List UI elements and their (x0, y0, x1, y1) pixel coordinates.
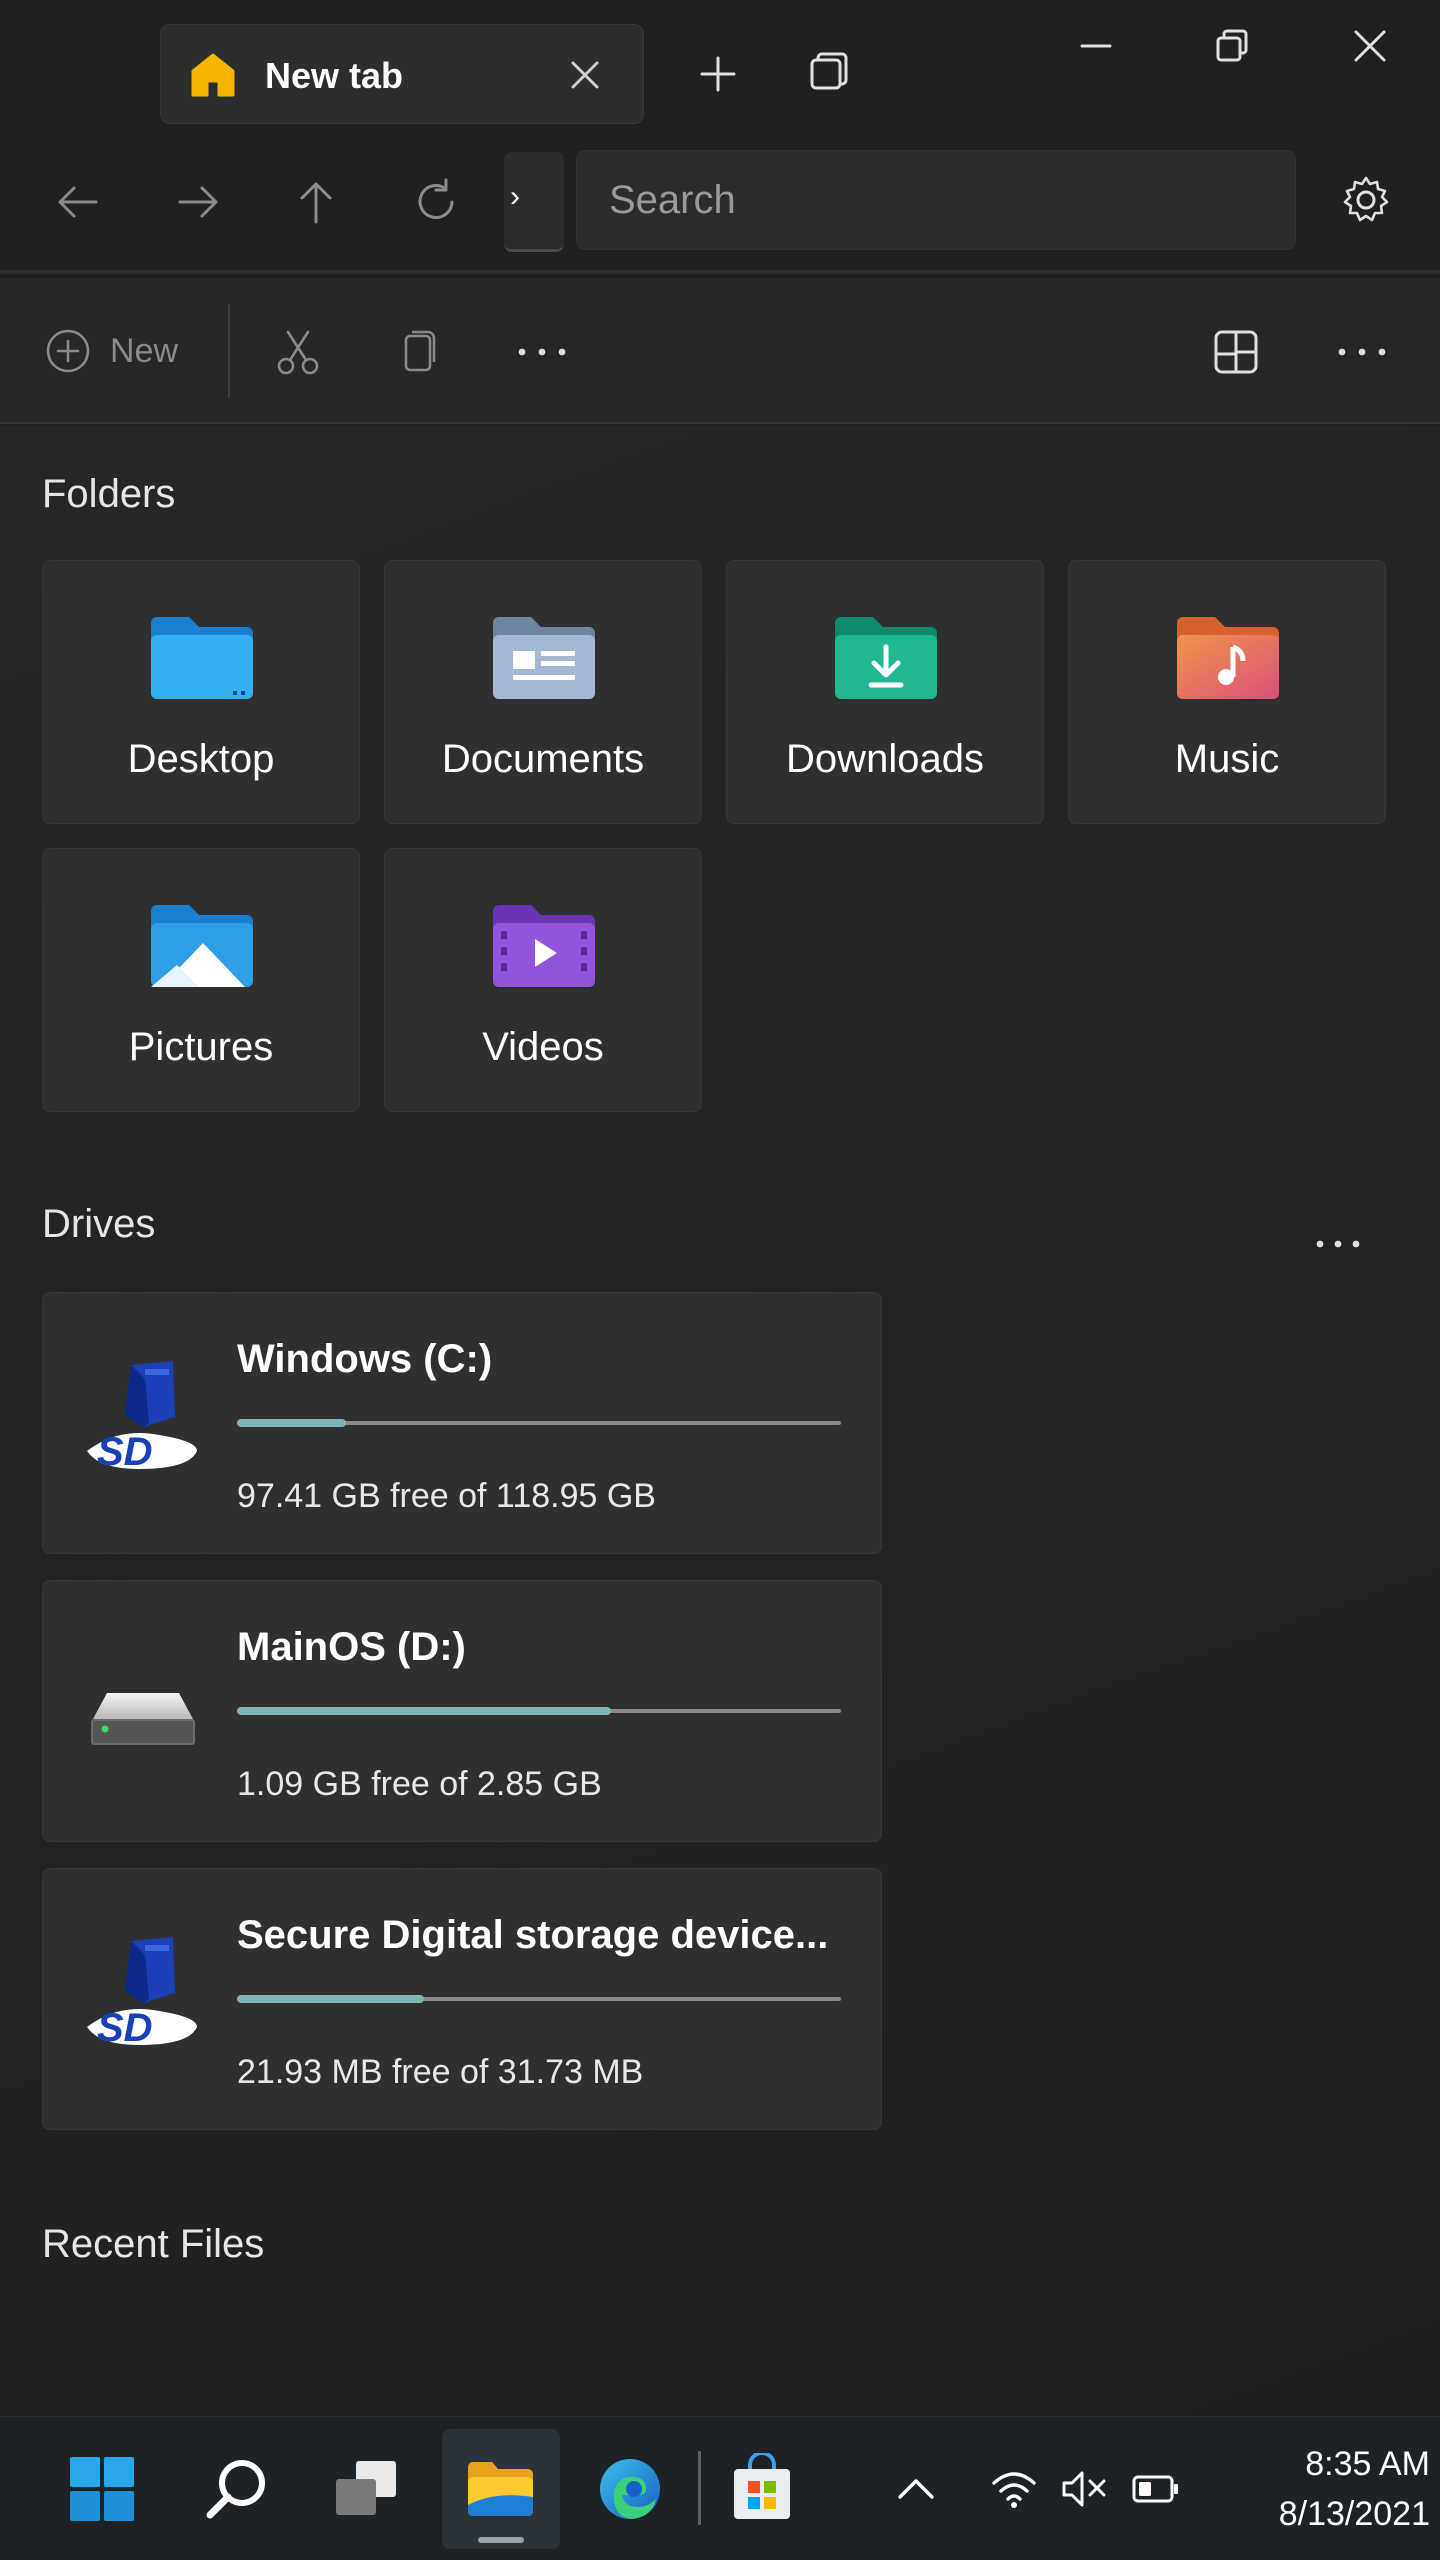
section-title-folders: Folders (42, 472, 176, 516)
close-tab-icon[interactable] (559, 49, 611, 101)
edge-browser-icon[interactable] (594, 2453, 666, 2525)
battery-icon[interactable] (1130, 2463, 1182, 2515)
volume-muted-icon[interactable] (1058, 2463, 1110, 2515)
folder-label: Desktop (127, 737, 275, 781)
drive-card-mainos-d[interactable]: MainOS (D:) 1.09 GB free of 2.85 GB (42, 1580, 882, 1842)
system-clock[interactable]: 8:35 AM 8/13/2021 (1210, 2439, 1430, 2539)
taskbar: 8:35 AM 8/13/2021 (0, 2416, 1440, 2560)
microsoft-store-icon[interactable] (726, 2453, 798, 2525)
drive-usage-fill (237, 1995, 425, 2003)
cut-icon[interactable] (270, 324, 326, 380)
drive-usage-bar (237, 1995, 841, 2003)
forward-arrow-icon[interactable] (168, 172, 228, 232)
clock-date: 8/13/2021 (1278, 2495, 1430, 2533)
folder-card-documents[interactable]: Documents (384, 560, 702, 824)
start-windows-icon[interactable] (66, 2453, 138, 2525)
folder-label: Documents (441, 737, 645, 781)
documents-folder-icon (493, 617, 595, 699)
section-title-recent-files: Recent Files (42, 2222, 265, 2266)
tab-title: New tab (265, 55, 404, 96)
drive-card-secure-digital[interactable]: SD Secure Digital storage device... 21.9… (42, 1868, 882, 2130)
chevron-right-icon: › (510, 180, 520, 213)
chevron-up-icon[interactable] (890, 2463, 942, 2515)
command-bar: New (0, 278, 1440, 424)
title-bar: New tab (0, 0, 1440, 140)
back-arrow-icon[interactable] (48, 172, 108, 232)
search-input[interactable] (577, 151, 1295, 249)
drive-usage-bar (237, 1707, 841, 1715)
drive-free-space: 97.41 GB free of 118.95 GB (237, 1477, 656, 1515)
section-title-drives: Drives (42, 1202, 156, 1246)
up-arrow-icon[interactable] (286, 172, 346, 232)
active-app-indicator (478, 2537, 524, 2543)
downloads-folder-icon (835, 617, 937, 699)
folder-label: Music (1174, 737, 1280, 781)
main-content: Folders Desktop Documents Downloads Musi… (0, 426, 1440, 2416)
search-box[interactable] (576, 150, 1296, 250)
drive-name: Secure Digital storage device... (237, 1913, 829, 1957)
navigation-bar: › (0, 140, 1440, 274)
sd-card-icon: SD (87, 1937, 197, 2050)
folder-card-music[interactable]: Music (1068, 560, 1386, 824)
folder-label: Downloads (786, 737, 984, 781)
new-button-label: New (110, 331, 179, 370)
tab-new-tab[interactable]: New tab (160, 24, 644, 124)
drive-usage-fill (237, 1707, 612, 1715)
minimize-icon[interactable] (1070, 20, 1122, 72)
new-tab-icon[interactable] (690, 46, 746, 102)
layout-toggle-icon[interactable] (1208, 324, 1264, 380)
svg-text:SD: SD (97, 2006, 153, 2050)
folder-card-videos[interactable]: Videos (384, 848, 702, 1112)
folder-card-pictures[interactable]: Pictures (42, 848, 360, 1112)
breadcrumb-chevron-button[interactable]: › (504, 152, 564, 252)
videos-folder-icon (493, 905, 595, 987)
drives-more-options-icon[interactable] (1310, 1224, 1366, 1264)
duplicate-tab-icon[interactable] (800, 46, 856, 102)
folder-card-downloads[interactable]: Downloads (726, 560, 1044, 824)
drive-free-space: 21.93 MB free of 31.73 MB (237, 2053, 644, 2091)
copy-icon[interactable] (390, 324, 446, 380)
drive-name: Windows (C:) (237, 1337, 493, 1381)
pictures-folder-icon (151, 905, 253, 987)
folder-label: Pictures (128, 1025, 274, 1069)
wifi-icon[interactable] (988, 2463, 1040, 2515)
file-explorer-icon[interactable] (464, 2453, 536, 2525)
drive-usage-bar (237, 1419, 841, 1427)
folder-card-desktop[interactable]: Desktop (42, 560, 360, 824)
plus-circle-icon (46, 329, 90, 373)
restore-icon[interactable] (1206, 20, 1258, 72)
drive-usage-fill (237, 1419, 346, 1427)
desktop-folder-icon (151, 617, 253, 699)
folder-label: Videos (482, 1025, 604, 1069)
taskbar-separator (698, 2451, 701, 2525)
gear-icon[interactable] (1336, 170, 1396, 230)
more-options-icon[interactable] (514, 324, 570, 380)
music-folder-icon (1177, 617, 1279, 699)
drive-card-windows-c[interactable]: SD Windows (C:) 97.41 GB free of 118.95 … (42, 1292, 882, 1554)
search-icon[interactable] (200, 2453, 272, 2525)
clock-time: 8:35 AM (1305, 2445, 1430, 2483)
hard-drive-icon (91, 1693, 195, 1745)
refresh-icon[interactable] (406, 172, 466, 232)
sd-card-icon: SD (87, 1361, 197, 1474)
more-options-icon-right[interactable] (1334, 324, 1390, 380)
close-window-icon[interactable] (1344, 20, 1396, 72)
toolbar-divider (228, 304, 230, 398)
home-icon (191, 53, 235, 97)
task-view-icon[interactable] (330, 2453, 402, 2525)
new-button[interactable]: New (44, 326, 178, 376)
drive-name: MainOS (D:) (237, 1625, 466, 1669)
drive-free-space: 1.09 GB free of 2.85 GB (237, 1765, 602, 1803)
svg-text:SD: SD (97, 1430, 153, 1474)
